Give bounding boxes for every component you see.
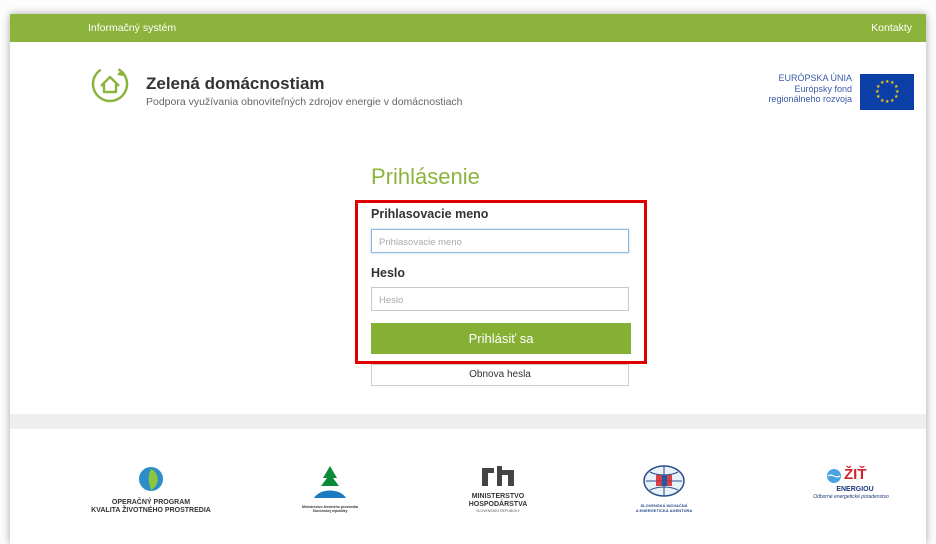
brand-subtitle: Podpora využívania obnoviteľných zdrojov… — [146, 96, 463, 108]
svg-text:★: ★ — [894, 94, 899, 100]
ministry-env-text: Ministerstvo životného prostredia Sloven… — [301, 505, 358, 513]
eu-flag-icon: ★ ★ ★ ★ ★ ★ ★ ★ ★ ★ ★ ★ — [860, 74, 914, 110]
tree-icon — [314, 466, 346, 498]
siea-line-2: A ENERGETICKÁ AGENTÚRA — [635, 508, 693, 513]
footer-logo-zit-energiou[interactable]: ŽIŤ ENERGIOU Odborné energetické poraden… — [806, 464, 896, 500]
app-window: Informačný systém Kontakty Zelená domácn… — [10, 14, 926, 544]
zit-energiou-word: ENERGIOU — [836, 486, 874, 493]
op-line-2: KVALITA ŽIVOTNÉHO PROSTREDIA — [91, 507, 211, 514]
zit-tagline: Odborné energetické poradenstvo — [813, 494, 889, 500]
login-title: Prihlásenie — [371, 164, 480, 189]
footer-logo-operational-program[interactable]: OPERAČNÝ PROGRAM KVALITA ŽIVOTNÉHO PROST… — [66, 464, 236, 515]
svg-text:★: ★ — [880, 98, 885, 104]
nav-link-contacts[interactable]: Kontakty — [871, 22, 912, 34]
svg-text:★: ★ — [890, 98, 895, 104]
nav-link-information-system[interactable]: Informačný systém — [88, 22, 176, 34]
ministry-mark-icon — [482, 466, 514, 486]
svg-text:★: ★ — [880, 80, 885, 86]
footer-divider — [10, 414, 926, 429]
footer-logo-ministry-environment[interactable]: Ministerstvo životného prostredia Sloven… — [290, 464, 370, 513]
mh-line-3: SLOVENSKEJ REPUBLIKY — [476, 509, 520, 513]
mh-line-2: HOSPODÁRSTVA — [468, 501, 528, 508]
eu-line-2: Európsky fond — [794, 83, 852, 94]
zit-word: ŽIŤ — [844, 466, 867, 483]
eu-line-1: EURÓPSKA ÚNIA — [778, 73, 852, 83]
energy-globe-icon — [827, 469, 841, 483]
footer-logo-ministry-economy[interactable]: MINISTERSTVO HOSPODÁRSTVA SLOVENSKEJ REP… — [458, 464, 538, 513]
op-line-1: OPERAČNÝ PROGRAM — [111, 499, 191, 506]
globe-icon — [643, 465, 685, 497]
footer-logo-siea[interactable]: SLOVENSKÁ INOVAČNÁ A ENERGETICKÁ AGENTÚR… — [622, 464, 706, 513]
password-reset-button[interactable]: Obnova hesla — [371, 364, 629, 386]
leaf-circle-icon — [139, 467, 163, 491]
top-nav-bar: Informačný systém Kontakty — [10, 14, 926, 42]
eu-line-3: regionálneho rozvoja — [768, 94, 852, 104]
highlight-box — [355, 200, 647, 364]
mh-line-1: MINISTERSTVO — [471, 493, 525, 500]
brand-title[interactable]: Zelená domácnostiam — [146, 74, 325, 94]
svg-text:★: ★ — [885, 99, 890, 105]
eu-fund-label: EURÓPSKA ÚNIA Európsky fond regionálneho… — [740, 73, 852, 105]
zit-header: ŽIŤ — [806, 464, 896, 486]
house-logo-icon[interactable] — [90, 64, 130, 104]
